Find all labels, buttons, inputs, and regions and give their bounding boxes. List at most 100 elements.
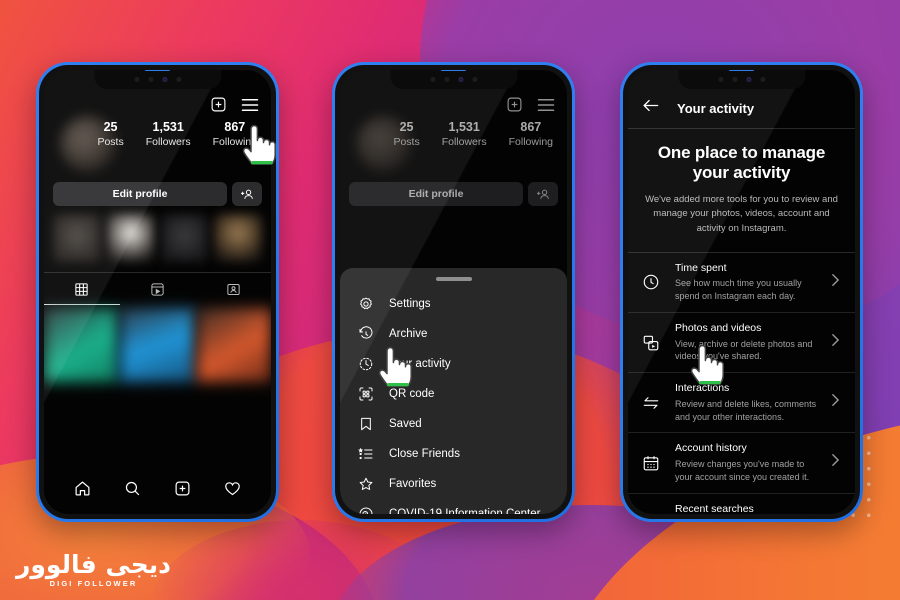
profile-action-row: Edit profile bbox=[44, 182, 271, 206]
notch-sensor bbox=[147, 77, 153, 82]
activity-row-title: Recent searches bbox=[675, 502, 754, 514]
activity-row-text: Recent searches Review things you've sea… bbox=[675, 503, 818, 514]
bookmark-icon bbox=[356, 416, 375, 432]
notch-speaker-bar bbox=[728, 70, 755, 71]
tab-tagged[interactable] bbox=[195, 273, 271, 305]
nav-activity-icon[interactable] bbox=[224, 480, 241, 502]
screen-menu: 25 Posts 1,531 Followers 867 Following E… bbox=[340, 70, 567, 514]
notch-sensor bbox=[759, 77, 765, 82]
stat-followers[interactable]: 1,531 Followers bbox=[146, 120, 191, 150]
menu-item-label: QR code bbox=[389, 387, 435, 400]
stat-label: Followers bbox=[145, 136, 191, 148]
menu-item-label: Favorites bbox=[389, 477, 437, 490]
gear-icon bbox=[356, 296, 375, 312]
edit-profile-button[interactable]: Edit profile bbox=[53, 182, 227, 206]
menu-item-qr-code[interactable]: QR code bbox=[340, 379, 567, 409]
grid-photo[interactable] bbox=[44, 308, 119, 382]
nav-home-icon[interactable] bbox=[74, 480, 91, 502]
activity-row-title: Interactions bbox=[675, 382, 730, 395]
menu-sheet: Settings Archive Your activity QR code S… bbox=[340, 268, 567, 514]
menu-item-label: COVID-19 Information Center bbox=[389, 507, 541, 515]
phone-body: 25 Posts 1,531 Followers 867 Following E… bbox=[39, 65, 276, 519]
menu-item-close-friends[interactable]: Close Friends bbox=[340, 439, 567, 469]
tab-reels[interactable] bbox=[120, 273, 196, 305]
activity-row-recent-searches[interactable]: Recent searches Review things you've sea… bbox=[628, 494, 855, 514]
activity-row-time-spent[interactable]: Time spent See how much time you usually… bbox=[628, 253, 855, 314]
activity-hero: One place to manage your activity We've … bbox=[628, 129, 855, 253]
activity-row-text: Photos and videos View, archive or delet… bbox=[675, 322, 818, 363]
activity-row-subtitle: Review and delete likes, comments and yo… bbox=[675, 398, 817, 422]
activity-row-text: Interactions Review and delete likes, co… bbox=[675, 382, 818, 423]
interactions-arrows-icon bbox=[640, 394, 662, 412]
hero-body: We've added more tools for you to review… bbox=[645, 194, 838, 234]
menu-item-archive[interactable]: Archive bbox=[340, 319, 567, 349]
stat-posts[interactable]: 25 Posts bbox=[97, 120, 123, 150]
phone-notch bbox=[93, 70, 222, 89]
star-icon bbox=[356, 476, 375, 492]
phone-body: 25 Posts 1,531 Followers 867 Following E… bbox=[335, 65, 572, 519]
profile-header-actions bbox=[210, 96, 259, 113]
notch-sensor bbox=[443, 77, 449, 82]
menu-item-favorites[interactable]: Favorites bbox=[340, 469, 567, 499]
stat-label: Following bbox=[212, 136, 257, 148]
clock-icon bbox=[640, 273, 662, 291]
qr-code-icon bbox=[356, 386, 375, 402]
brand-logo: دیجی فالوور DIGI FOLLOWER bbox=[16, 550, 172, 588]
menu-item-label: Close Friends bbox=[389, 447, 460, 460]
notch-sensor bbox=[731, 77, 737, 82]
activity-row-subtitle: View, archive or delete photos and video… bbox=[675, 338, 813, 362]
covid-shield-icon bbox=[356, 506, 375, 514]
screen-profile: 25 Posts 1,531 Followers 867 Following E… bbox=[44, 70, 271, 514]
notch-sensor bbox=[133, 77, 139, 82]
phone-notch bbox=[389, 70, 518, 89]
activity-clock-icon bbox=[356, 356, 375, 372]
menu-item-label: Your activity bbox=[389, 357, 451, 370]
hero-title: One place to manage your activity bbox=[657, 143, 826, 183]
logo-persian-text: دیجی فالوور bbox=[16, 550, 172, 579]
page-title: Your activity bbox=[677, 100, 755, 116]
chevron-right-icon bbox=[831, 273, 843, 292]
notch-speaker-bar bbox=[440, 70, 467, 71]
story-highlights bbox=[44, 206, 271, 272]
menu-item-covid-information-center[interactable]: COVID-19 Information Center bbox=[340, 499, 567, 515]
nav-search-icon[interactable] bbox=[124, 480, 141, 502]
stat-following[interactable]: 867 Following bbox=[213, 120, 257, 150]
stat-value: 25 bbox=[103, 120, 118, 134]
screen-activity: Your activity One place to manage your a… bbox=[628, 70, 855, 514]
notch-sensor bbox=[175, 77, 181, 82]
chevron-right-icon bbox=[831, 393, 843, 412]
phone-menu-screen: 25 Posts 1,531 Followers 867 Following E… bbox=[332, 62, 575, 522]
menu-item-label: Settings bbox=[389, 297, 431, 310]
hamburger-menu-icon[interactable] bbox=[241, 97, 259, 113]
photos-videos-icon bbox=[640, 334, 662, 352]
bottom-navigation bbox=[44, 472, 271, 514]
story-highlight[interactable] bbox=[160, 214, 209, 262]
activity-row-text: Time spent See how much time you usually… bbox=[675, 262, 818, 303]
close-friends-list-icon bbox=[356, 446, 375, 462]
person-add-icon[interactable] bbox=[232, 182, 262, 206]
add-post-icon[interactable] bbox=[210, 96, 227, 113]
back-arrow-icon[interactable] bbox=[642, 98, 659, 118]
story-highlight[interactable] bbox=[53, 214, 101, 262]
activity-row-title: Time spent bbox=[675, 261, 727, 274]
activity-row-text: Account history Review changes you've ma… bbox=[675, 442, 818, 483]
calendar-icon bbox=[640, 454, 662, 472]
story-highlight[interactable] bbox=[106, 214, 155, 262]
grid-photo[interactable] bbox=[196, 308, 271, 382]
nav-create-icon[interactable] bbox=[174, 480, 191, 502]
notch-speaker-bar bbox=[144, 70, 171, 71]
activity-row-account-history[interactable]: Account history Review changes you've ma… bbox=[628, 433, 855, 494]
menu-item-saved[interactable]: Saved bbox=[340, 409, 567, 439]
menu-item-your-activity[interactable]: Your activity bbox=[340, 349, 567, 379]
activity-row-subtitle: See how much time you usually spend on I… bbox=[675, 278, 802, 302]
sheet-drag-handle[interactable] bbox=[435, 277, 472, 281]
activity-row-interactions[interactable]: Interactions Review and delete likes, co… bbox=[628, 373, 855, 434]
activity-row-photos-and-videos[interactable]: Photos and videos View, archive or delet… bbox=[628, 313, 855, 374]
story-highlight[interactable] bbox=[214, 214, 262, 262]
phone-activity-screen: Your activity One place to manage your a… bbox=[620, 62, 863, 522]
menu-item-settings[interactable]: Settings bbox=[340, 289, 567, 319]
activity-row-title: Photos and videos bbox=[675, 322, 762, 335]
grid-photo[interactable] bbox=[120, 308, 195, 382]
tab-grid[interactable] bbox=[44, 273, 120, 305]
chevron-right-icon bbox=[831, 453, 843, 472]
